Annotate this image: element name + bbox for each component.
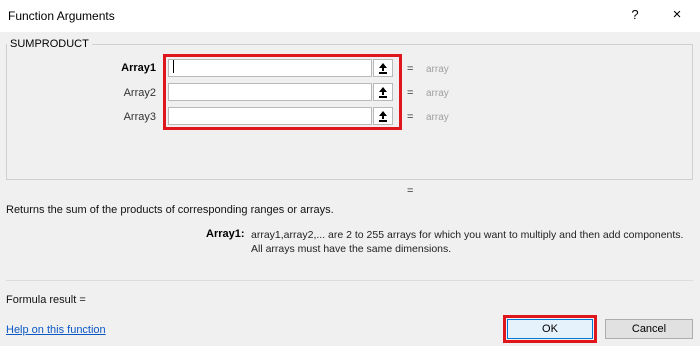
formula-result: Formula result = [6,294,86,306]
array1-result: array [426,64,449,75]
ok-button[interactable]: OK [507,319,593,339]
overall-equals: = [407,185,414,197]
arg-label-array1: Array1 [121,62,156,74]
help-question-icon[interactable]: ? [628,7,642,23]
inputs-highlight-box [163,54,402,130]
arg-help-label: Array1: [206,228,245,240]
function-description: Returns the sum of the products of corre… [6,204,334,216]
footer-divider [6,280,693,281]
cancel-button[interactable]: Cancel [605,319,693,339]
function-name: SUMPRODUCT [7,38,92,50]
array3-equals: = [407,111,414,123]
array2-equals: = [407,87,414,99]
array1-equals: = [407,63,414,75]
dialog-title: Function Arguments [8,9,115,23]
close-icon[interactable]: × [669,6,685,24]
array3-result: array [426,112,449,123]
array2-result: array [426,88,449,99]
arg-help-text: array1,array2,... are 2 to 255 arrays fo… [251,229,684,255]
arg-label-array2: Array2 [123,87,156,99]
title-bar: Function Arguments ? × [0,0,700,32]
help-on-function-link[interactable]: Help on this function [6,324,106,336]
arg-label-array3: Array3 [123,111,156,123]
